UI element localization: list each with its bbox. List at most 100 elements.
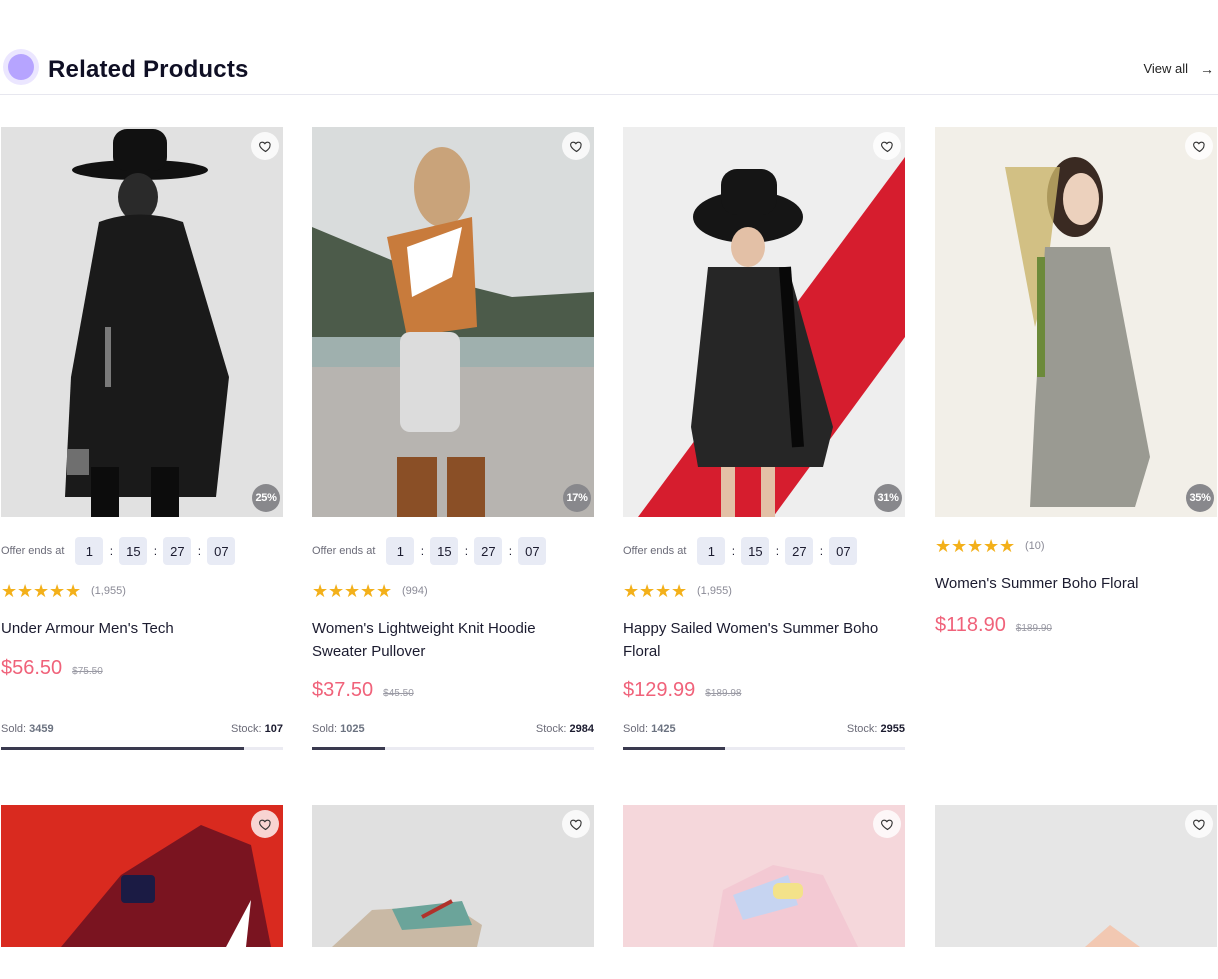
product-card[interactable]: 35% ★ ★ ★ ★ ★ (10) Women's Summer Boho Flora…: [935, 127, 1217, 636]
product-image[interactable]: 35%: [935, 127, 1217, 517]
star-icon: ★: [655, 581, 672, 601]
star-icon: ★: [33, 581, 50, 601]
old-price: $75.50: [72, 666, 103, 677]
product-name[interactable]: Under Armour Men's Tech: [1, 617, 283, 640]
product-card[interactable]: [1, 805, 283, 947]
star-icon: ★: [360, 581, 377, 601]
product-image[interactable]: 25%: [1, 127, 283, 517]
heart-icon: [880, 141, 893, 152]
timer-hours: 15: [119, 537, 148, 565]
product-image[interactable]: 17%: [312, 127, 594, 517]
star-icon: ★: [639, 581, 656, 601]
review-count: (994): [402, 585, 428, 597]
offer-label: Offer ends at: [623, 545, 687, 557]
wishlist-button[interactable]: [562, 132, 590, 160]
wishlist-button[interactable]: [1185, 132, 1213, 160]
wishlist-button[interactable]: [251, 810, 279, 838]
price-row: $56.50 $75.50: [1, 657, 103, 680]
wishlist-button[interactable]: [873, 810, 901, 838]
section-header: Related Products View all →: [0, 46, 1218, 95]
star-icon: ★: [49, 581, 66, 601]
star-icon: ★: [935, 536, 952, 556]
product-card[interactable]: [935, 805, 1217, 947]
stock-label: Stock:: [535, 723, 567, 735]
wishlist-button[interactable]: [1185, 810, 1213, 838]
price-row: $129.99 $189.98: [623, 679, 741, 702]
section-title: Related Products: [48, 56, 249, 83]
product-card[interactable]: 31% Offer ends at 1: 15: 27: 07 ★ ★ ★ ★ (1,…: [623, 127, 905, 750]
star-icon: ★: [376, 581, 393, 601]
timer-minutes: 27: [785, 537, 814, 565]
sold-label: Sold:: [623, 723, 649, 735]
heart-icon: [1192, 141, 1205, 152]
stock-row: Sold: 1425 Stock: 2955: [623, 723, 905, 735]
stock-count: 2955: [880, 723, 905, 735]
old-price: $189.98: [705, 688, 742, 699]
review-count: (10): [1025, 540, 1045, 552]
progress-bar: [1, 747, 283, 750]
price: $37.50: [312, 679, 374, 701]
stock-row: Sold: 1025 Stock: 2984: [312, 723, 594, 735]
wishlist-button[interactable]: [251, 132, 279, 160]
rating: ★ ★ ★ ★ ★ (1,955): [1, 582, 126, 600]
product-name[interactable]: Happy Sailed Women's Summer Boho Floral: [623, 617, 905, 663]
heart-icon: [1192, 819, 1205, 830]
sold-count: 1025: [340, 723, 365, 735]
product-card[interactable]: 25% Offer ends at 1: 15: 27: 07 ★ ★ ★ ★ ★ (1…: [1, 127, 283, 750]
review-count: (1,955): [91, 585, 126, 597]
heart-icon: [258, 141, 271, 152]
dot-icon: [3, 49, 39, 85]
progress-bar: [312, 747, 594, 750]
product-image[interactable]: [312, 805, 594, 947]
offer-timer: Offer ends at 1: 15: 27: 07: [312, 537, 547, 565]
heart-icon: [258, 819, 271, 830]
star-icon: ★: [312, 581, 329, 601]
sold-label: Sold:: [1, 723, 27, 735]
product-card[interactable]: [623, 805, 905, 947]
star-icon: ★: [1, 581, 18, 601]
stock-row: Sold: 3459 Stock: 107: [1, 723, 283, 735]
price-row: $37.50 $45.50: [312, 679, 414, 702]
product-image[interactable]: 31%: [623, 127, 905, 517]
old-price: $189.90: [1015, 623, 1052, 634]
stock-count: 2984: [569, 723, 594, 735]
product-image[interactable]: [935, 805, 1217, 947]
timer-minutes: 27: [474, 537, 503, 565]
heart-icon: [569, 141, 582, 152]
star-icon: ★: [65, 581, 82, 601]
offer-label: Offer ends at: [1, 545, 65, 557]
star-icon: ★: [671, 581, 688, 601]
price: $129.99: [623, 679, 696, 701]
star-icon: ★: [623, 581, 640, 601]
discount-badge: 35%: [1186, 484, 1214, 512]
offer-timer: Offer ends at 1: 15: 27: 07: [1, 537, 236, 565]
stock-label: Stock:: [846, 723, 878, 735]
view-all-link[interactable]: View all →: [1143, 61, 1214, 76]
timer-seconds: 07: [829, 537, 858, 565]
heart-icon: [569, 819, 582, 830]
product-name[interactable]: Women's Lightweight Knit Hoodie Sweater …: [312, 617, 594, 663]
stock-label: Stock:: [231, 723, 262, 735]
product-name[interactable]: Women's Summer Boho Floral: [935, 572, 1217, 595]
product-image[interactable]: [1, 805, 283, 947]
timer-days: 1: [75, 537, 104, 565]
review-count: (1,955): [697, 585, 732, 597]
wishlist-button[interactable]: [873, 132, 901, 160]
offer-label: Offer ends at: [312, 545, 376, 557]
product-card[interactable]: 17% Offer ends at 1: 15: 27: 07 ★ ★ ★ ★ ★ (9…: [312, 127, 594, 750]
star-icon: ★: [17, 581, 34, 601]
timer-hours: 15: [741, 537, 770, 565]
stock-count: 107: [264, 723, 283, 735]
wishlist-button[interactable]: [562, 810, 590, 838]
sold-label: Sold:: [312, 723, 338, 735]
star-icon: ★: [344, 581, 361, 601]
product-card[interactable]: [312, 805, 594, 947]
price: $118.90: [935, 614, 1006, 636]
timer-hours: 15: [430, 537, 459, 565]
timer-minutes: 27: [163, 537, 192, 565]
offer-timer: Offer ends at 1: 15: 27: 07: [623, 537, 858, 565]
product-image[interactable]: [623, 805, 905, 947]
view-all-label: View all: [1143, 61, 1188, 76]
star-icon: ★: [967, 536, 984, 556]
rating: ★ ★ ★ ★ (1,955): [623, 582, 732, 600]
